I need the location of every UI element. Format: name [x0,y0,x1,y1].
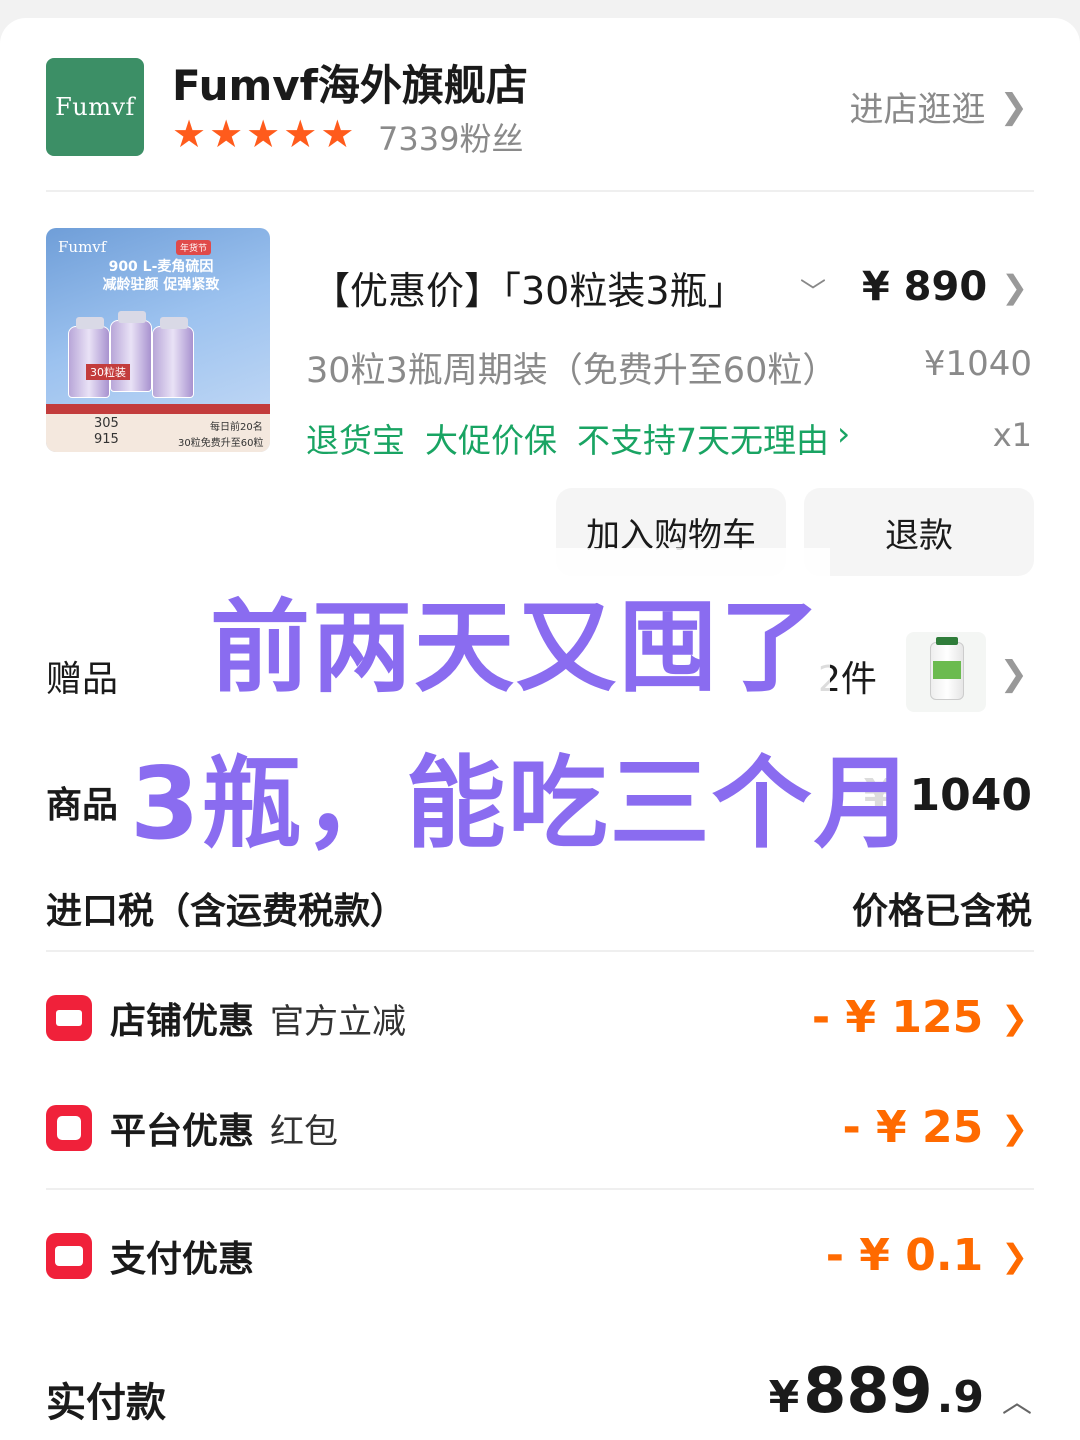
thumb-footer-price2: 915 [94,432,119,447]
thumb-brand: Fumvf [58,238,107,256]
star-icon: ★ [246,112,281,156]
divider [46,190,1034,192]
bottle-graphic [152,317,194,398]
chevron-right-icon: ❯ [1001,268,1028,306]
enter-store-link[interactable]: 进店逛逛 ❯ [850,82,1029,131]
platform-discount-row[interactable]: 平台优惠 红包 [46,1102,338,1154]
chevron-up-icon: ︿ [1002,1385,1032,1420]
bottle-graphic [110,311,152,392]
chevron-right-icon: ❯ [1001,998,1028,1037]
payment-decimal: .9 [936,1372,984,1423]
product-image[interactable]: Fumvf 年货节 900 L-麦角硫因 减龄驻颜 促弹紧致 30粒装 305 … [46,228,270,452]
chevron-right-icon: ❯ [999,86,1029,127]
card-icon [46,1233,92,1279]
thumb-headline-line1: 900 L-麦角硫因 [108,259,214,275]
chevron-right-icon: › [837,414,851,453]
sku-selector[interactable]: 【优惠价】「30粒装3瓶」 [312,260,758,315]
chevron-right-icon[interactable]: ❯ [1000,654,1029,694]
payment-discount-title: 支付优惠 [110,1239,255,1280]
chevron-down-icon[interactable]: ﹀ [800,272,826,309]
store-coupon-icon [46,995,92,1041]
thumb-footer-note2: 30粒免费升至60粒 [178,438,264,449]
store-discount-sub: 官方立减 [270,1001,407,1042]
store-followers: 7339粉丝 [378,120,524,158]
refund-button[interactable]: 退款 [804,488,1034,576]
badge-return-insurance: 退货宝 [306,421,405,460]
gift-image[interactable] [906,632,986,712]
bottle-graphic [68,317,110,398]
payment-integer: 889 [803,1354,933,1427]
goods-label: 商品 [46,785,119,826]
service-badges[interactable]: 退货宝 大促价保 不支持7天无理由 › [306,414,850,462]
overlay-caption-line2: 3瓶，能吃三个月 [130,745,916,862]
store-discount-value: - ¥ 125 [811,992,984,1043]
red-packet-icon [46,1105,92,1151]
store-discount-title: 店铺优惠 [110,1001,255,1042]
payment-currency: ¥ [768,1372,800,1423]
payment-discount-amount[interactable]: - ¥ 0.1 ❯ [826,1230,1028,1281]
overlay-caption-line1: 前两天又囤了 [210,589,822,706]
thumb-promo-tag: 年货节 [176,240,212,255]
chevron-right-icon: ❯ [1001,1236,1028,1275]
product-price[interactable]: ¥ 890 ❯ [862,264,1028,310]
badge-price-protection: 大促价保 [425,421,557,460]
divider [46,1188,1034,1190]
original-price: ¥1040 [923,344,1032,384]
thumb-footer-note1: 每日前20名 [210,422,263,433]
thumb-bottle-label: 30粒装 [86,364,130,380]
thumb-footer: 305 915 每日前20名 30粒免费升至60粒 [46,404,270,452]
platform-discount-value: - ¥ 25 [842,1102,984,1153]
star-icon: ★ [320,112,355,156]
star-icon: ★ [209,112,244,156]
store-discount-row[interactable]: 店铺优惠 官方立减 [46,992,406,1044]
import-tax-value: 价格已含税 [851,891,1032,932]
chevron-right-icon: ❯ [1001,1108,1028,1147]
payment-discount-row[interactable]: 支付优惠 [46,1230,254,1282]
platform-discount-sub: 红包 [270,1111,339,1152]
actual-payment-amount[interactable]: ¥ 889 .9 ︿ [769,1354,1032,1427]
thumb-headline: 900 L-麦角硫因 减龄驻颜 促弹紧致 [66,258,256,294]
sku-description: 30粒3瓶周期装（免费升至60粒） [306,351,838,391]
platform-discount-amount[interactable]: - ¥ 25 ❯ [842,1102,1028,1153]
gift-label: 赠品 [46,659,119,700]
store-name[interactable]: Fumvf海外旗舰店 [172,52,528,113]
store-discount-amount[interactable]: - ¥ 125 ❯ [812,992,1028,1043]
gift-bottle-graphic [930,637,964,700]
product-price-value: ¥ 890 [861,264,988,310]
thumb-headline-line2: 减龄驻颜 促弹紧致 [102,277,220,293]
actual-payment-label: 实付款 [46,1380,166,1426]
enter-store-label: 进店逛逛 [849,90,986,130]
import-tax-label: 进口税（含运费税款） [46,891,407,932]
platform-discount-title: 平台优惠 [110,1111,255,1152]
payment-discount-value: - ¥ 0.1 [825,1230,984,1281]
thumb-footer-price1: 305 [94,416,119,431]
badge-no-7day-return: 不支持7天无理由 [577,421,829,460]
order-card: Fumvf Fumvf海外旗舰店 ★ ★ ★ ★ ★ 7339粉丝 进店逛逛 ❯… [0,18,1080,1440]
star-icon: ★ [172,112,207,156]
divider [46,950,1034,952]
store-logo[interactable]: Fumvf [46,58,144,156]
store-rating: ★ ★ ★ ★ ★ [172,114,354,154]
star-icon: ★ [283,112,318,156]
quantity: x1 [992,416,1032,454]
